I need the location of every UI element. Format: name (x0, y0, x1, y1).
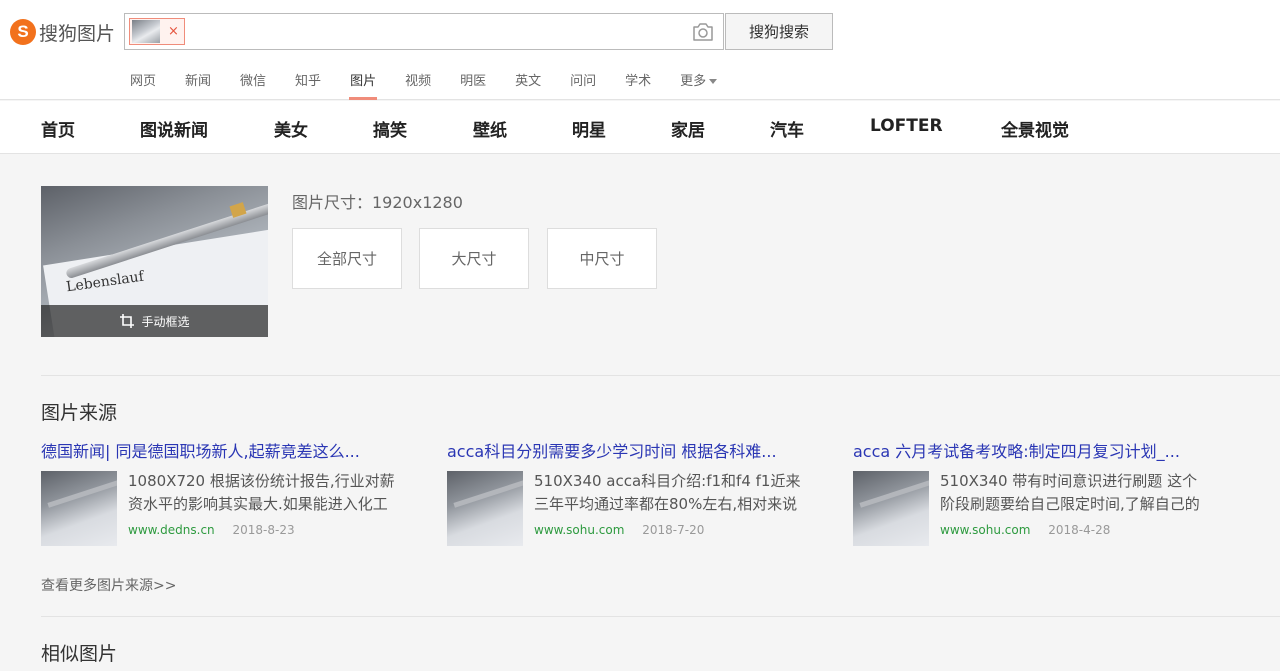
source-date: 2018-7-20 (642, 523, 705, 537)
more-sources-link[interactable]: 查看更多图片来源>> (41, 575, 176, 595)
source-card: 德国新闻| 同是德国职场新人,起薪竟差这么... 1080X720 根据该份统计… (41, 438, 421, 548)
category-funny[interactable]: 搞笑 (373, 116, 407, 141)
source-title-link[interactable]: acca 六月考试备考攻略:制定四月复习计划_... (853, 438, 1213, 462)
source-title-link[interactable]: acca科目分别需要多少学习时间 根据各科难... (447, 438, 807, 462)
nav-news[interactable]: 新闻 (185, 70, 211, 89)
nav-english[interactable]: 英文 (515, 70, 541, 89)
query-image-thumbnail (132, 20, 160, 43)
source-domain: www.dedns.cn (128, 523, 215, 537)
sources-title: 图片来源 (41, 402, 118, 424)
manual-crop-label: 手动框选 (141, 314, 190, 329)
section-divider (41, 375, 1280, 376)
image-size-label: 图片尺寸：1920x1280 (292, 193, 463, 212)
crop-icon (120, 314, 135, 328)
nav-zhihu[interactable]: 知乎 (295, 70, 321, 89)
source-title-link[interactable]: 德国新闻| 同是德国职场新人,起薪竟差这么... (41, 438, 401, 462)
header: S 搜狗图片 × 搜狗搜索 网页 新闻 微信 知乎 图片 视频 明医 英文 问问… (0, 0, 1280, 100)
source-date: 2018-8-23 (232, 523, 295, 537)
nav-wenwen[interactable]: 问问 (570, 70, 596, 89)
nav-more[interactable]: 更多 (680, 70, 718, 89)
source-thumbnail[interactable] (853, 471, 929, 546)
search-button[interactable]: 搜狗搜索 (725, 13, 833, 50)
size-medium-button[interactable]: 中尺寸 (547, 228, 657, 289)
query-image-preview: Lebenslauf 手动框选 (41, 186, 268, 337)
nav-medical[interactable]: 明医 (460, 70, 486, 89)
source-thumbnail[interactable] (41, 471, 117, 546)
category-home[interactable]: 首页 (41, 116, 75, 141)
category-cars[interactable]: 汽车 (770, 116, 804, 141)
size-all-button[interactable]: 全部尺寸 (292, 228, 402, 289)
sogou-s-icon: S (10, 19, 36, 45)
section-divider (41, 616, 1280, 617)
nav-video[interactable]: 视频 (405, 70, 431, 89)
source-description: 510X340 带有时间意识进行刷题 这个阶段刷题要给自己限定时间,了解自己的 (940, 472, 1200, 513)
category-stars[interactable]: 明星 (572, 116, 606, 141)
source-meta: www.sohu.com 2018-7-20 (534, 523, 704, 537)
source-card: acca 六月考试备考攻略:制定四月复习计划_... 510X340 带有时间意… (853, 438, 1233, 548)
camera-icon[interactable] (691, 21, 715, 43)
chevron-down-icon (709, 79, 718, 84)
source-meta: www.sohu.com 2018-4-28 (940, 523, 1110, 537)
similar-images-title: 相似图片 (41, 643, 118, 665)
remove-image-icon[interactable]: × (168, 25, 179, 38)
nav-images[interactable]: 图片 (349, 70, 378, 100)
category-lofter[interactable]: LOFTER (870, 116, 943, 136)
query-image-chip: × (129, 18, 185, 45)
size-large-button[interactable]: 大尺寸 (419, 228, 529, 289)
nav-more-label: 更多 (680, 74, 707, 89)
category-beauty[interactable]: 美女 (274, 116, 308, 141)
source-description: 510X340 acca科目介绍:f1和f4 f1近来三年平均通过率都在80%左… (534, 472, 801, 513)
source-meta: www.dedns.cn 2018-8-23 (128, 523, 295, 537)
nav-wechat[interactable]: 微信 (240, 70, 266, 89)
category-panorama[interactable]: 全景视觉 (1001, 116, 1069, 141)
manual-crop-button[interactable]: 手动框选 (41, 305, 268, 337)
search-input[interactable]: × (124, 13, 724, 50)
nav-academic[interactable]: 学术 (625, 70, 651, 89)
category-bar: 首页 图说新闻 美女 搞笑 壁纸 明星 家居 汽车 LOFTER 全景视觉 (0, 101, 1280, 154)
source-domain: www.sohu.com (940, 523, 1031, 537)
source-date: 2018-4-28 (1048, 523, 1111, 537)
search-nav: 网页 新闻 微信 知乎 图片 视频 明医 英文 问问 学术 更多 (130, 70, 746, 100)
category-home-decor[interactable]: 家居 (671, 116, 705, 141)
logo-text: 搜狗图片 (39, 22, 116, 45)
nav-web[interactable]: 网页 (130, 70, 156, 89)
category-photo-news[interactable]: 图说新闻 (140, 116, 208, 141)
source-card: acca科目分别需要多少学习时间 根据各科难... 510X340 acca科目… (447, 438, 827, 548)
category-wallpaper[interactable]: 壁纸 (473, 116, 507, 141)
source-domain: www.sohu.com (534, 523, 625, 537)
source-thumbnail[interactable] (447, 471, 523, 546)
sogou-logo[interactable]: S 搜狗图片 (10, 17, 115, 47)
source-description: 1080X720 根据该份统计报告,行业对薪资水平的影响其实最大.如果能进入化工 (128, 472, 395, 513)
